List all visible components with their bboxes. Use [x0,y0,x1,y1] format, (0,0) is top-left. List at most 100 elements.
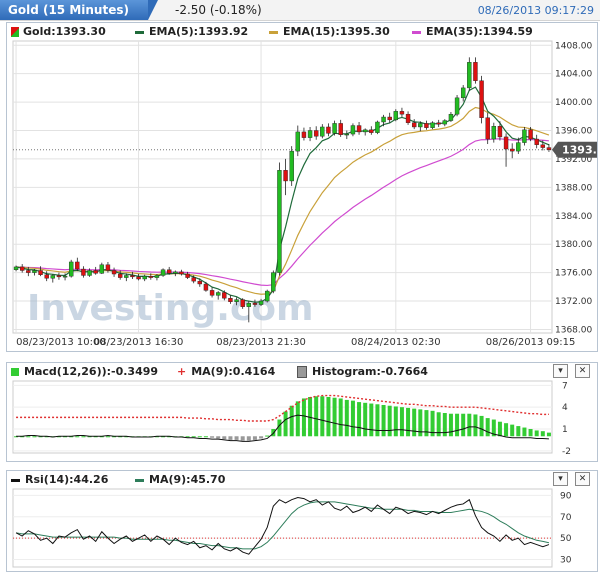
y-tick-label: 1400.00 [555,98,592,108]
macd-chart[interactable]: -2 1 4 7 [7,363,597,461]
price-chart[interactable]: 1368.00 1372.00 1376.00 1380.00 1384.00 1388.… [7,23,597,351]
candle-body [454,97,460,115]
macd-histogram-bar [252,436,257,440]
candle-body [222,292,227,299]
macd-histogram-bar [479,415,484,437]
candle-body [405,113,411,123]
candle-body [32,270,37,273]
rsi-plot-area [12,488,553,568]
candle-body [173,271,178,274]
candle-body [228,297,233,302]
rsi-tick-label: 30 [560,556,572,566]
candle-body [344,133,350,136]
candle-body [546,147,552,150]
macd-histogram-bar [399,407,404,437]
macd-histogram-bar [216,436,221,439]
rsi-chart[interactable]: 30 50 70 90 [7,471,597,571]
macd-histogram-bar [234,436,239,440]
candle-body [185,273,190,278]
macd-histogram-bar [320,396,325,437]
candle-body [497,126,503,138]
last-price-label: 1393.30 [562,144,597,157]
macd-histogram-bar [295,401,300,437]
candle-body [75,261,80,270]
candle-body [479,80,484,118]
macd-histogram-bar [455,413,460,437]
macd-histogram-bar [522,427,527,437]
candle-body [50,275,56,279]
macd-histogram-bar [259,436,264,439]
macd-histogram-bar [534,430,539,437]
candle-body [62,275,68,278]
candle-body [399,111,405,115]
macd-panel: Macd(12,26)):-0.3499 + MA(9):0.4164 Histo… [6,362,598,462]
candle-body [411,122,417,128]
header-bar: Gold (15 Minutes) -2.50 (-0.18%) 08/26/2… [0,0,600,21]
macd-histogram-bar [473,414,478,437]
candle-body [246,302,252,307]
rsi-panel: Rsi(14):44.26 MA(9):45.70 ▾ ✕ 30 50 70 90 [6,470,598,572]
candle-body [124,275,129,278]
macd-histogram-bar [326,397,331,437]
x-tick-label: 08/23/2013 10:00 [16,337,106,348]
macd-histogram-bar [314,396,319,437]
candle-body [13,266,19,270]
candle-body [234,299,239,302]
macd-histogram-bar [540,431,545,437]
y-tick-label: 1380.00 [555,240,592,250]
candle-body [81,268,86,276]
candle-body [130,275,135,278]
macd-histogram-bar [105,436,110,438]
y-tick-label: 1372.00 [555,297,592,307]
macd-histogram-bar [406,407,411,437]
macd-histogram-bar [203,436,208,438]
macd-histogram-bar [369,403,374,437]
candle-body [19,266,25,271]
candle-body [528,129,533,140]
macd-histogram-bar [210,436,215,438]
macd-histogram-bar [301,398,306,437]
macd-histogram-bar [546,432,551,437]
price-change: -2.50 (-0.18%) [175,3,262,17]
candle-body [99,264,105,274]
candle-body [93,270,98,274]
macd-histogram-bar [228,436,233,440]
candle-body [160,269,166,276]
candle-body [460,87,466,99]
candle-body [362,129,368,133]
candle-body [338,123,343,135]
candle-body [418,123,423,128]
macd-histogram-bar [26,436,31,438]
macd-histogram-bar [350,400,355,437]
macd-histogram-bar [338,398,343,437]
macd-histogram-bar [504,423,509,437]
candle-body [215,292,221,296]
candle-body [534,138,539,145]
candle-body [369,129,374,133]
candle-body [240,299,245,307]
macd-histogram-bar [197,436,202,438]
candle-body [503,136,509,150]
candle-body [307,130,313,138]
candle-body [485,117,490,140]
timestamp: 08/26/2013 09:17:29 [477,4,594,17]
macd-histogram-bar [461,413,466,437]
candle-body [68,261,74,277]
instrument-tab[interactable]: Gold (15 Minutes) [0,0,158,20]
candle-body [148,275,154,278]
candle-body [289,150,294,182]
candle-body [252,302,258,305]
macd-histogram-bar [240,436,245,441]
macd-histogram-bar [448,413,453,437]
candle-body [467,62,472,89]
macd-histogram-bar [485,418,490,437]
candle-body [301,131,307,138]
macd-histogram-bar [191,436,196,438]
macd-histogram-bar [222,436,227,440]
x-tick-label: 08/23/2013 21:30 [216,337,306,348]
candle-body [332,123,337,134]
candle-body [142,275,147,280]
price-panel: Gold:1393.30 EMA(5):1393.92 EMA(15):1395… [6,22,598,352]
x-tick-label: 08/26/2013 09:15 [486,337,576,348]
macd-histogram-bar [332,397,337,437]
